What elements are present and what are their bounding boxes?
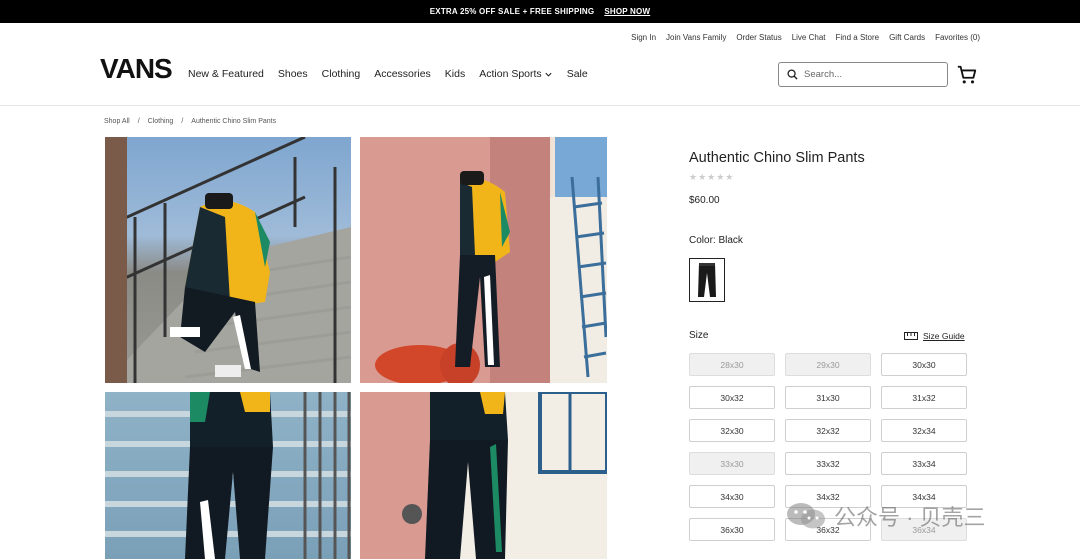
product-title: Authentic Chino Slim Pants [689,150,865,166]
promo-text: EXTRA 25% OFF SALE + FREE SHIPPING [429,7,595,16]
nav-clothing[interactable]: Clothing [322,68,361,80]
ruler-icon [904,332,918,340]
photo-steps-closeup-illustration [105,392,351,559]
breadcrumb-current: Authentic Chino Slim Pants [191,118,277,125]
size-option[interactable]: 34x30 [689,485,775,508]
watermark: 公众号 · 贝壳三 [786,500,986,532]
utility-nav: Sign In Join Vans Family Order Status Li… [631,33,980,42]
nav-action-sports[interactable]: Action Sports [479,68,552,80]
product-price: $60.00 [689,195,720,206]
photo-wall-illustration [360,137,607,383]
breadcrumb-clothing[interactable]: Clothing [148,118,174,125]
search-box [778,62,948,87]
nav-action-sports-label: Action Sports [479,68,542,80]
chevron-down-icon [545,72,552,77]
nav-accessories[interactable]: Accessories [374,68,431,80]
size-option[interactable]: 33x34 [881,452,967,475]
breadcrumb-shop-all[interactable]: Shop All [104,118,130,125]
search-input[interactable] [804,69,924,80]
size-option[interactable]: 30x32 [689,386,775,409]
photo-stairs-illustration [105,137,351,383]
size-option[interactable]: 32x34 [881,419,967,442]
size-option[interactable]: 33x30 [689,452,775,475]
size-option[interactable]: 31x30 [785,386,871,409]
promo-bar: EXTRA 25% OFF SALE + FREE SHIPPING SHOP … [0,0,1080,23]
watermark-text: 公众号 · 贝壳三 [834,505,986,530]
search-icon[interactable] [787,69,798,80]
size-option[interactable]: 30x30 [881,353,967,376]
live-chat-link[interactable]: Live Chat [792,33,826,42]
rating-stars[interactable]: ★★★★★ [689,172,734,183]
main-nav: New & Featured Shoes Clothing Accessorie… [188,68,588,80]
nav-kids[interactable]: Kids [445,68,465,80]
product-photo-4[interactable] [360,392,607,559]
breadcrumb-separator: / [181,118,184,125]
nav-sale[interactable]: Sale [567,68,588,80]
find-a-store-link[interactable]: Find a Store [836,33,880,42]
color-label: Color: Black [689,235,743,246]
product-photo-1[interactable] [105,137,351,383]
product-photo-2[interactable] [360,137,607,383]
wechat-icon [787,503,825,529]
pants-thumbnail-icon [698,263,716,297]
gift-cards-link[interactable]: Gift Cards [889,33,925,42]
photo-wall-closeup-illustration [360,392,607,559]
size-option[interactable]: 31x32 [881,386,967,409]
breadcrumb: Shop All / Clothing / Authentic Chino Sl… [104,118,276,125]
nav-new-featured[interactable]: New & Featured [188,68,264,80]
order-status-link[interactable]: Order Status [736,33,781,42]
size-label: Size [689,330,709,341]
shop-now-link[interactable]: SHOP NOW [604,7,650,16]
color-swatch-black[interactable] [689,258,725,302]
nav-shoes[interactable]: Shoes [278,68,308,80]
sign-in-link[interactable]: Sign In [631,33,656,42]
breadcrumb-separator: / [137,118,140,125]
favorites-link[interactable]: Favorites (0) [935,33,980,42]
vans-logo[interactable]: VANS [100,52,175,82]
size-option[interactable]: 29x30 [785,353,871,376]
cart-icon[interactable] [956,64,978,86]
size-option[interactable]: 33x32 [785,452,871,475]
product-photo-3[interactable] [105,392,351,559]
size-option[interactable]: 36x30 [689,518,775,541]
header-divider [0,105,1080,106]
size-option[interactable]: 32x30 [689,419,775,442]
logo-text: VANS [100,53,172,82]
size-option[interactable]: 32x32 [785,419,871,442]
size-guide-link[interactable]: Size Guide [904,331,965,341]
size-option[interactable]: 28x30 [689,353,775,376]
join-vans-family-link[interactable]: Join Vans Family [666,33,726,42]
size-guide-label: Size Guide [923,331,965,341]
